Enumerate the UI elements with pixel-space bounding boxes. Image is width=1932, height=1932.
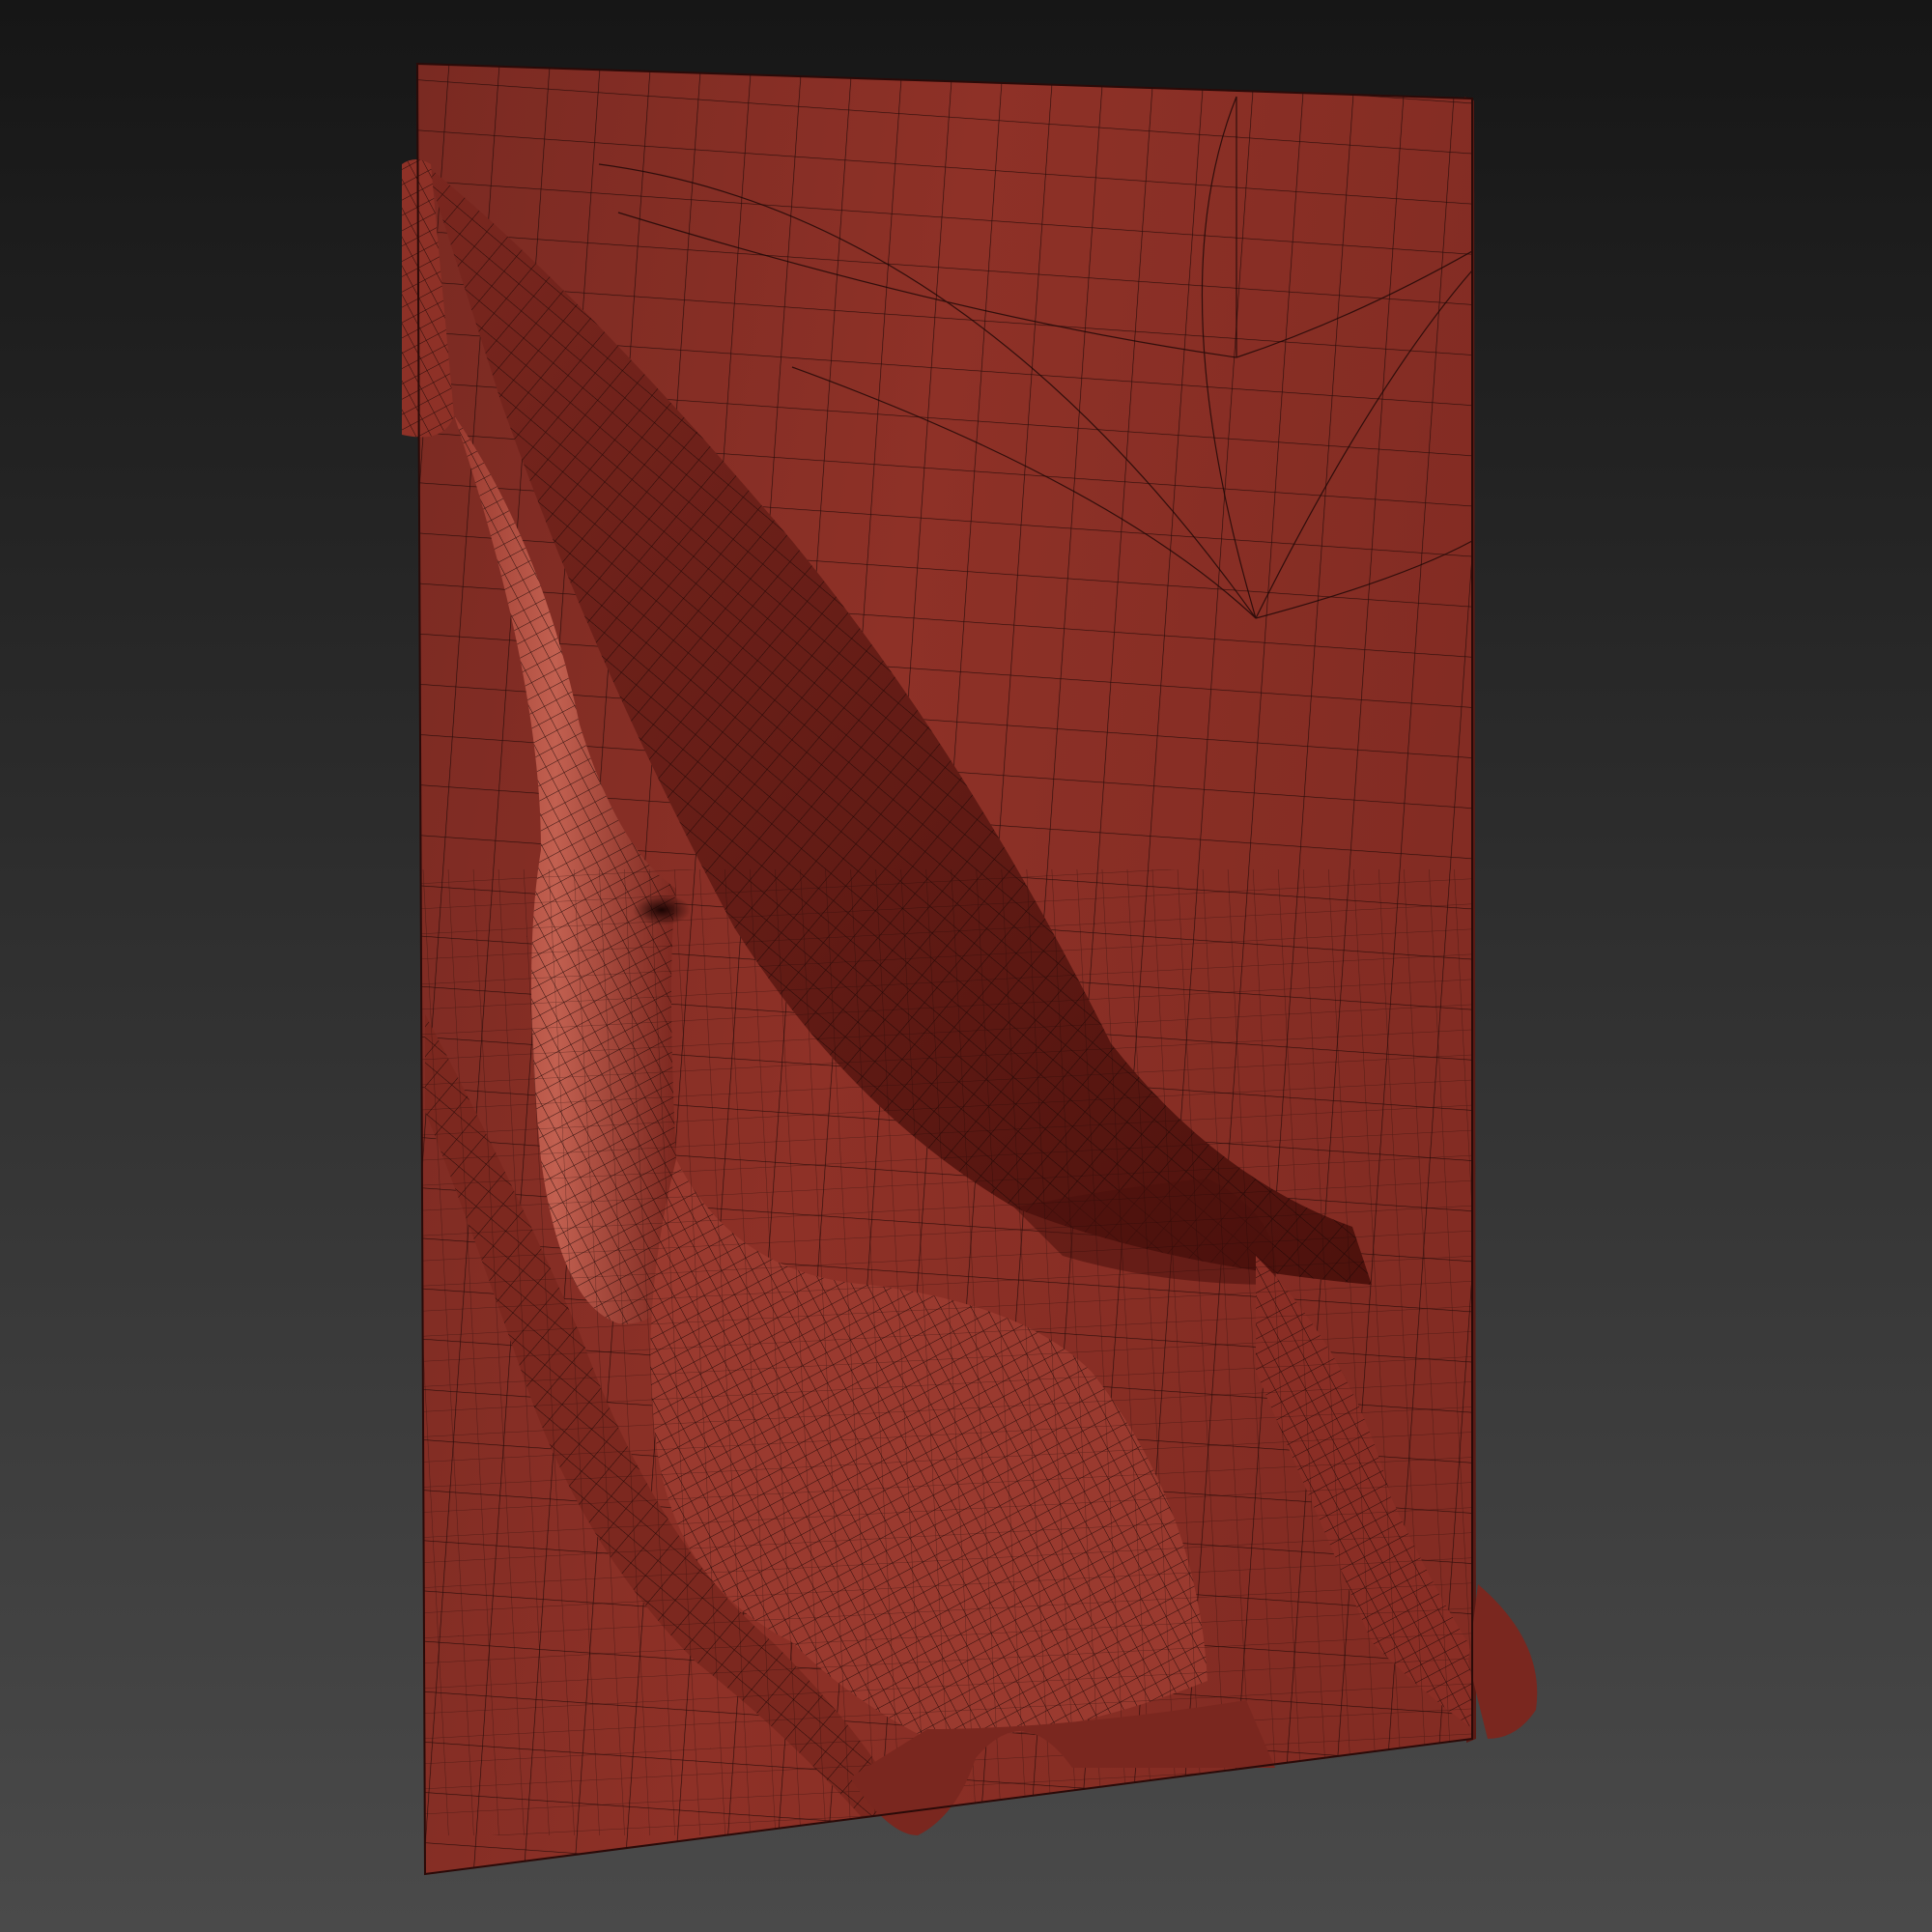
cloth-panel-mesh — [402, 62, 1538, 1876]
render-canvas — [0, 0, 1932, 1932]
3d-viewport[interactable] — [0, 0, 1932, 1932]
